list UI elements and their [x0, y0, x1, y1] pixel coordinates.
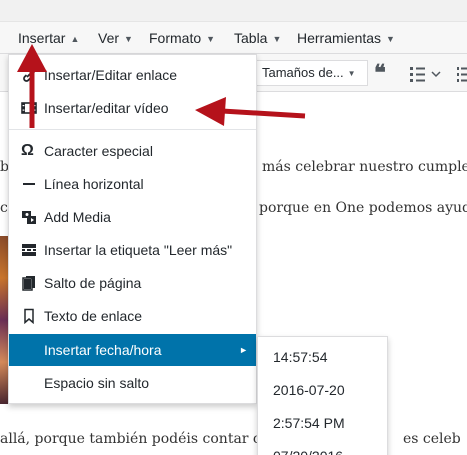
chevron-down-icon: ▼ [347, 69, 356, 78]
font-size-select-value: Tamaños de... [262, 65, 344, 80]
menu-herramientas[interactable]: Herramientas ▼ [297, 22, 395, 54]
datetime-submenu: 14:57:54 2016-07-20 2:57:54 PM 07/20/201… [257, 336, 388, 455]
chevron-down-icon: ▼ [386, 34, 395, 44]
menu-herramientas-label: Herramientas [297, 30, 382, 46]
menu-item-label: Insertar/Editar enlace [44, 67, 178, 83]
horizontal-line-icon [23, 183, 35, 185]
content-line-3-right: es celeb [403, 431, 461, 447]
numbered-list-icon[interactable] [455, 64, 467, 84]
menu-item-read-more[interactable]: Insertar la etiqueta "Leer más" [9, 234, 256, 266]
menu-item-insert-video[interactable]: Insertar/editar vídeo [9, 92, 256, 124]
content-line-1-right: más celebrar nuestro cumple [262, 159, 467, 175]
page-break-icon [22, 276, 35, 291]
bullet-list-icon[interactable] [408, 64, 448, 84]
menu-insertar-label: Insertar [18, 30, 66, 46]
font-size-select[interactable]: Tamaños de... ▼ [256, 60, 368, 86]
film-icon [21, 102, 37, 114]
menu-item-horizontal-line[interactable]: Línea horizontal [9, 168, 256, 200]
menu-divider [9, 129, 256, 130]
datetime-option-time[interactable]: 14:57:54 [258, 341, 387, 374]
menu-item-label: Salto de página [44, 275, 142, 291]
caret-up-icon: ▲ [70, 34, 80, 44]
blockquote-icon[interactable]: ❝ [374, 59, 386, 87]
menu-item-add-media[interactable]: Add Media [9, 201, 256, 233]
chevron-down-icon: ▼ [206, 34, 216, 44]
content-line-2-right: porque en One podemos ayud [259, 200, 467, 216]
datetime-option-us-date[interactable]: 07/20/2016 [258, 440, 387, 455]
menu-item-label: Espacio sin salto [44, 375, 150, 391]
menu-formato-label: Formato [149, 30, 202, 46]
menu-item-anchor[interactable]: Texto de enlace [9, 300, 256, 332]
datetime-option-iso-date[interactable]: 2016-07-20 [258, 374, 387, 407]
menu-item-label: Add Media [44, 209, 111, 225]
menu-item-label: Línea horizontal [44, 176, 144, 192]
menubar: Insertar ▲ Ver ▼ Formato ▼ Tabla ▼ Herramien… [0, 22, 467, 54]
menu-item-label: Insertar/editar vídeo [44, 100, 169, 116]
chevron-down-icon: ▼ [124, 34, 133, 44]
menu-item-nonbreaking-space[interactable]: Espacio sin salto [9, 367, 256, 399]
menu-item-insert-datetime[interactable]: Insertar fecha/hora ► [9, 334, 256, 366]
chevron-down-icon: ▼ [272, 34, 282, 44]
menu-item-label: Texto de enlace [44, 308, 143, 324]
menu-tabla-label: Tabla [234, 30, 268, 46]
menu-tabla[interactable]: Tabla ▼ [234, 22, 281, 54]
content-line-3-left: allá, porque también podéis contar co [0, 431, 270, 447]
read-more-icon [22, 244, 36, 256]
media-icon [22, 211, 36, 224]
menu-ver-label: Ver [98, 30, 120, 46]
menu-formato[interactable]: Formato ▼ [149, 22, 215, 54]
menu-item-label: Insertar fecha/hora [44, 342, 162, 358]
menu-item-page-break[interactable]: Salto de página [9, 267, 256, 299]
link-icon [23, 68, 35, 82]
datetime-option-12h-time[interactable]: 2:57:54 PM [258, 407, 387, 440]
menu-insertar[interactable]: Insertar ▲ [18, 22, 79, 54]
menu-item-label: Insertar la etiqueta "Leer más" [44, 242, 233, 258]
insert-menu: Insertar/Editar enlace Insertar/editar v… [8, 54, 257, 404]
bookmark-icon [24, 308, 34, 324]
menu-ver[interactable]: Ver ▼ [98, 22, 133, 54]
menu-item-special-char[interactable]: Ω Caracter especial [9, 135, 256, 167]
omega-icon: Ω [21, 142, 34, 159]
menu-item-label: Caracter especial [44, 143, 153, 159]
top-strip [0, 0, 467, 22]
chevron-right-icon: ► [239, 345, 248, 355]
menu-item-insert-link[interactable]: Insertar/Editar enlace [9, 59, 256, 91]
